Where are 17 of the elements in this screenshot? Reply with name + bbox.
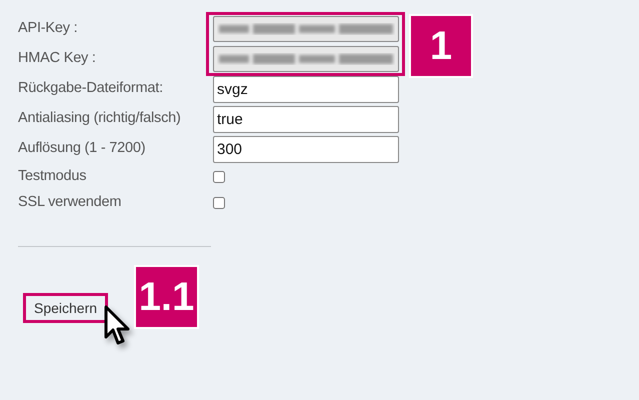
callout-badge: 1.1 — [134, 265, 199, 329]
input-field[interactable]: 300 — [213, 136, 399, 162]
field-label: Auflösung (1 - 7200) — [18, 139, 146, 158]
callout-badge: 1 — [409, 14, 473, 78]
checkbox[interactable] — [213, 171, 225, 183]
checkbox[interactable] — [213, 197, 225, 209]
input-field[interactable] — [213, 46, 399, 72]
input-field[interactable]: true — [213, 106, 399, 132]
field-label: API-Key : — [18, 19, 78, 38]
field-label: Testmodus — [18, 167, 88, 186]
field-label: Rückgabe-Dateiformat: — [18, 79, 164, 98]
input-field[interactable]: svgz — [213, 76, 399, 102]
input-field[interactable] — [213, 16, 399, 42]
save-button[interactable]: Speichern — [23, 293, 108, 323]
field-label: Antialiasing (richtig/falsch) — [18, 109, 182, 128]
field-label: HMAC Key : — [18, 49, 97, 68]
field-label: SSL verwendem — [18, 193, 122, 212]
